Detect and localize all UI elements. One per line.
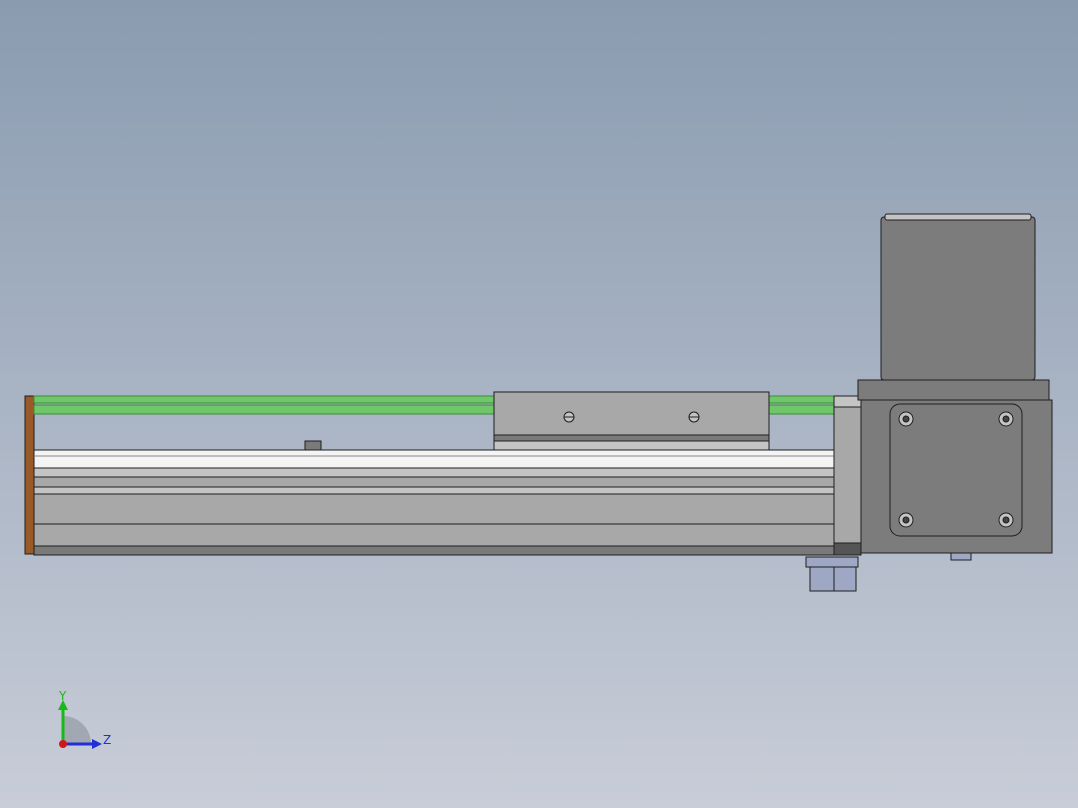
profile-band-1: [33, 467, 835, 478]
linear-module-drawing: Y Z: [0, 0, 1078, 808]
carriage[interactable]: [493, 391, 770, 451]
y-axis-label: Y: [58, 689, 67, 703]
motor-flange-collar: [857, 379, 1050, 401]
guide-rail: [33, 449, 835, 469]
carriage-base: [493, 440, 770, 451]
connector-tab: [950, 552, 972, 561]
z-axis-label: Z: [103, 733, 111, 747]
left-end-cap: [24, 395, 35, 555]
carriage-top: [493, 391, 770, 436]
motor-body: [880, 216, 1036, 381]
motor-end-block-top: [833, 395, 862, 408]
profile-band-2: [33, 476, 835, 488]
rail-bolt: [304, 440, 322, 451]
motor-end-block-base: [833, 542, 862, 556]
profile-body: [33, 493, 835, 525]
profile-lower: [33, 523, 835, 547]
carriage-band: [493, 434, 770, 442]
x-axis-dot: [59, 740, 67, 748]
profile-base: [33, 545, 835, 556]
cad-viewport[interactable]: Y Z: [0, 0, 1078, 808]
bracket-lower: [809, 566, 857, 592]
motor-cap: [884, 213, 1032, 221]
motor-end-block: [833, 406, 862, 544]
bracket-top: [805, 556, 859, 568]
profile-band-3: [33, 486, 835, 495]
